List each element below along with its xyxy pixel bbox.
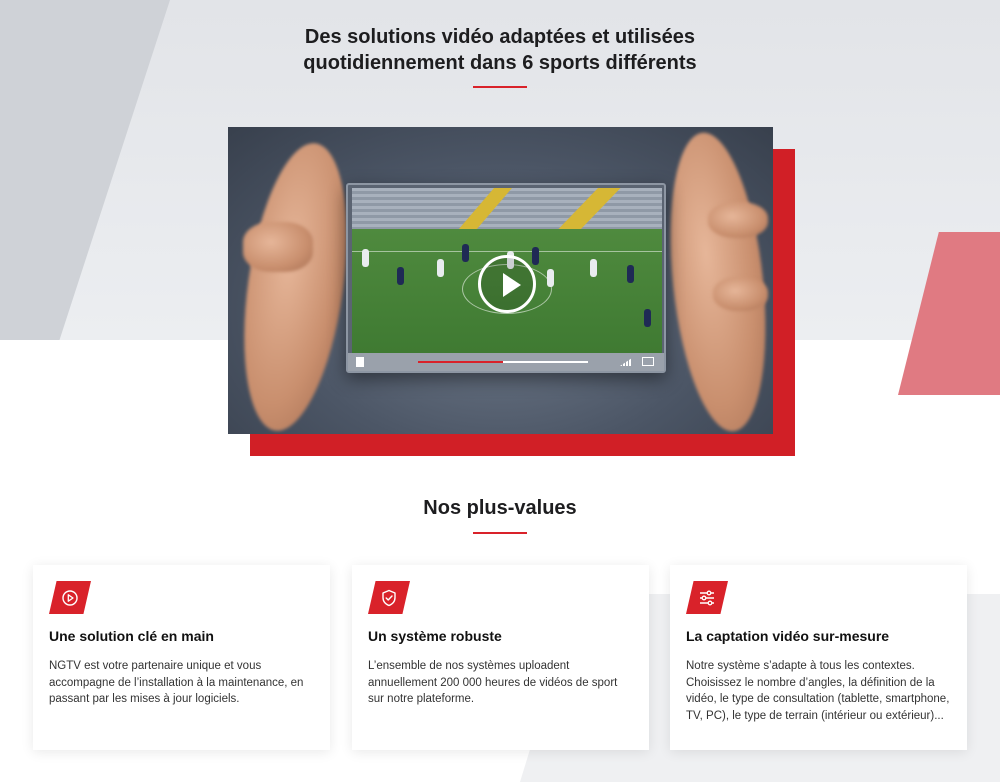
card-title: Une solution clé en main [49,628,214,644]
video-photo[interactable] [228,127,773,434]
right-finger-2 [713,277,768,311]
player [590,259,597,277]
player [397,267,404,285]
video-player-screen[interactable] [346,183,666,373]
hero-title-underline [473,86,527,88]
card-title: Un système robuste [368,628,502,644]
card-title: La captation vidéo sur-mesure [686,628,890,644]
hero-title-line-2: quotidiennement dans 6 sports différents [303,52,697,74]
fullscreen-icon[interactable] [642,357,654,366]
play-icon [503,273,521,297]
video-showcase [228,127,795,457]
left-thumb [243,222,313,272]
player [437,259,444,277]
player [547,269,554,287]
file-icon[interactable] [356,357,364,367]
video-controls [348,353,664,371]
right-finger-1 [708,202,768,238]
player [532,247,539,265]
player [627,265,634,283]
card-text: Notre système s’adapte à tous les contex… [686,660,950,722]
values-title: Nos plus-values [423,497,577,519]
value-card-turnkey: Une solution clé en main NGTV est votre … [33,565,330,750]
video-progress-bar[interactable] [418,361,588,363]
hero-title: Des solutions vidéo adaptées et utilisée… [0,24,1000,76]
values-title-underline [473,532,527,534]
hero-title-line-1: Des solutions vidéo adaptées et utilisée… [304,26,696,48]
shield-check-icon [368,581,410,614]
left-hand [228,136,363,434]
value-card-robust: Un système robuste L’ensemble de nos sys… [352,565,649,750]
signal-icon [620,358,632,366]
play-circle-icon [49,581,91,614]
video-progress-fill [418,361,503,363]
stadium-stands [352,188,662,230]
player [362,249,369,267]
card-text: NGTV est votre partenaire unique et vous… [49,660,304,705]
card-text: L’ensemble de nos systèmes uploadent ann… [368,660,618,705]
play-button[interactable] [478,255,536,313]
player [644,309,651,327]
value-card-custom: La captation vidéo sur-mesure Notre syst… [670,565,967,750]
player [462,244,469,262]
sliders-icon [686,581,728,614]
